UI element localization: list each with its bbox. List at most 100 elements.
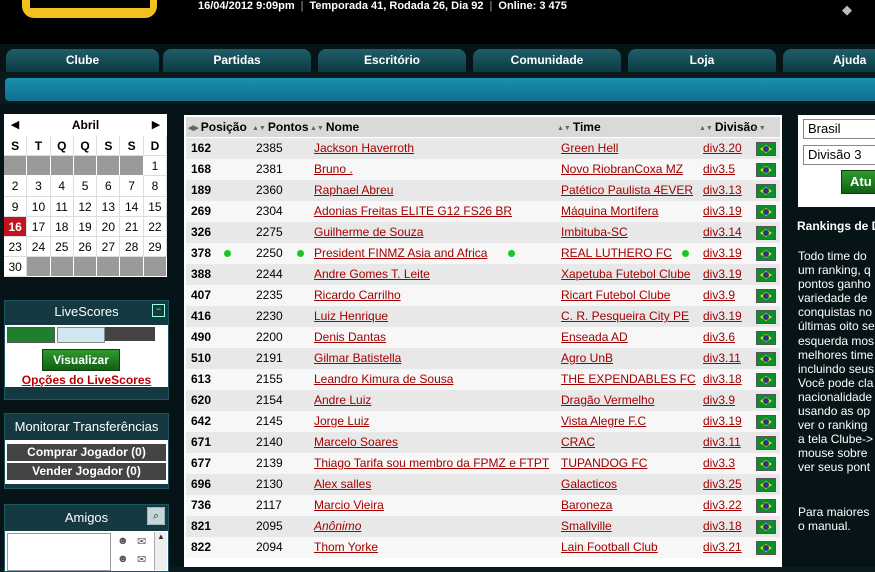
player-name-link[interactable]: Bruno . <box>314 159 353 180</box>
team-link[interactable]: REAL LUTHERO FC <box>561 243 672 264</box>
calendar-day[interactable]: 12 <box>73 196 98 217</box>
calendar-day[interactable]: 5 <box>73 176 98 197</box>
calendar-day[interactable]: 29 <box>143 236 168 258</box>
division-link[interactable]: div3.18 <box>703 516 742 537</box>
settings-icon[interactable]: ◆ <box>842 2 860 17</box>
livescores-field-tab[interactable] <box>7 327 55 343</box>
division-link[interactable]: div3.19 <box>703 201 742 222</box>
player-name-link[interactable]: Raphael Abreu <box>314 180 393 201</box>
calendar-day[interactable]: 8 <box>143 176 168 197</box>
calendar-day[interactable]: 15 <box>143 196 168 217</box>
buy-player-button[interactable]: Comprar Jogador (0) <box>7 444 166 461</box>
calendar-day[interactable]: 27 <box>97 236 121 258</box>
team-link[interactable]: Agro UnB <box>561 348 613 369</box>
division-link[interactable]: div3.19 <box>703 306 742 327</box>
team-link[interactable]: Green Hell <box>561 138 618 159</box>
calendar-day[interactable]: 30 <box>4 257 28 278</box>
calendar-day[interactable]: 19 <box>73 216 98 237</box>
col-nome[interactable]: ▲▼ Nome <box>310 117 359 137</box>
team-link[interactable]: Imbituba-SC <box>561 222 628 243</box>
player-name-link[interactable]: Anônimo <box>314 516 361 537</box>
calendar-day[interactable]: 7 <box>120 176 144 197</box>
player-name-link[interactable]: Ricardo Carrilho <box>314 285 401 306</box>
division-link[interactable]: div3.21 <box>703 537 742 558</box>
calendar-day[interactable]: 16 <box>4 216 28 237</box>
team-link[interactable]: Patético Paulista 4EVER <box>561 180 693 201</box>
team-link[interactable]: Dragão Vermelho <box>561 390 654 411</box>
player-name-link[interactable]: Marcio Vieira <box>314 495 384 516</box>
tab-loja[interactable]: Loja <box>628 49 776 72</box>
team-link[interactable]: TUPANDOG FC <box>561 453 647 474</box>
sell-player-button[interactable]: Vender Jogador (0) <box>7 463 166 480</box>
next-month-icon[interactable]: ▶ <box>149 118 163 131</box>
calendar-day[interactable]: 4 <box>50 176 74 197</box>
team-link[interactable]: C. R. Pesqueira City PE <box>561 306 689 327</box>
player-name-link[interactable]: Jorge Luiz <box>314 411 369 432</box>
flag-sort-icon[interactable]: ▲▼ <box>752 117 768 137</box>
calendar-day[interactable]: 1 <box>143 156 168 177</box>
division-link[interactable]: div3.13 <box>703 180 742 201</box>
team-link[interactable]: Novo RiobranCoxa MZ <box>561 159 683 180</box>
livescores-ball-tab[interactable] <box>57 327 105 343</box>
tab-partidas[interactable]: Partidas <box>163 49 311 72</box>
team-link[interactable]: CRAC <box>561 432 595 453</box>
country-select[interactable]: Brasil <box>803 119 875 139</box>
team-link[interactable]: Enseada AD <box>561 327 628 348</box>
calendar-day[interactable]: 23 <box>4 236 28 258</box>
friend-message-icon[interactable]: ✉ <box>137 535 146 548</box>
friends-list[interactable] <box>7 533 111 571</box>
tab-clube[interactable]: Clube <box>6 49 159 72</box>
calendar-day[interactable]: 22 <box>143 216 168 237</box>
player-name-link[interactable]: Gilmar Batistella <box>314 348 401 369</box>
player-name-link[interactable]: Andre Luiz <box>314 390 371 411</box>
player-name-link[interactable]: Andre Gomes T. Leite <box>314 264 430 285</box>
player-name-link[interactable]: Adonias Freitas ELITE G12 FS26 BR <box>314 201 512 222</box>
player-name-link[interactable]: Jackson Haverroth <box>314 138 414 159</box>
division-link[interactable]: div3.3 <box>703 453 735 474</box>
player-name-link[interactable]: Thom Yorke <box>314 537 378 558</box>
team-link[interactable]: Vista Alegre F.C <box>561 411 646 432</box>
division-link[interactable]: div3.14 <box>703 222 742 243</box>
player-name-link[interactable]: Denis Dantas <box>314 327 386 348</box>
friends-scrollbar[interactable]: ▲ <box>154 532 167 570</box>
player-name-link[interactable]: Leandro Kimura de Sousa <box>314 369 453 390</box>
player-name-link[interactable]: Guilherme de Souza <box>314 222 423 243</box>
division-link[interactable]: div3.9 <box>703 285 735 306</box>
player-name-link[interactable]: President FINMZ Asia and Africa <box>314 243 487 264</box>
team-link[interactable]: Lain Football Club <box>561 537 658 558</box>
update-button[interactable]: Atu <box>841 170 875 194</box>
team-link[interactable]: Máquina Mortífera <box>561 201 658 222</box>
division-link[interactable]: div3.19 <box>703 243 742 264</box>
calendar-day[interactable]: 9 <box>4 196 28 217</box>
team-link[interactable]: Baroneza <box>561 495 612 516</box>
team-link[interactable]: Galacticos <box>561 474 617 495</box>
team-link[interactable]: Ricart Futebol Clube <box>561 285 670 306</box>
division-link[interactable]: div3.22 <box>703 495 742 516</box>
calendar-day[interactable]: 17 <box>27 216 51 237</box>
division-link[interactable]: div3.20 <box>703 138 742 159</box>
calendar-day[interactable]: 20 <box>97 216 121 237</box>
division-link[interactable]: div3.9 <box>703 390 735 411</box>
division-select[interactable]: Divisão 3 <box>803 145 875 165</box>
team-link[interactable]: THE EXPENDABLES FC <box>561 369 696 390</box>
player-name-link[interactable]: Luiz Henrique <box>314 306 388 327</box>
team-link[interactable]: Smallville <box>561 516 612 537</box>
division-link[interactable]: div3.25 <box>703 474 742 495</box>
calendar-day[interactable]: 3 <box>27 176 51 197</box>
search-icon[interactable]: ⌕ <box>147 507 165 525</box>
col-divisao[interactable]: ▲▼ Divisão <box>699 117 758 137</box>
calendar-day[interactable]: 28 <box>120 236 144 258</box>
division-link[interactable]: div3.19 <box>703 264 742 285</box>
calendar-day[interactable]: 10 <box>27 196 51 217</box>
calendar-day[interactable]: 21 <box>120 216 144 237</box>
calendar-day[interactable]: 14 <box>120 196 144 217</box>
tab-escritorio[interactable]: Escritório <box>318 49 466 72</box>
tab-ajuda[interactable]: Ajuda <box>783 49 875 72</box>
tab-comunidade[interactable]: Comunidade <box>473 49 621 72</box>
calendar-day[interactable]: 2 <box>4 176 28 197</box>
visualizar-button[interactable]: Visualizar <box>42 349 120 371</box>
calendar-day[interactable]: 26 <box>73 236 98 258</box>
col-posicao[interactable]: ◀▶ Posição <box>188 117 247 137</box>
team-link[interactable]: Xapetuba Futebol Clube <box>561 264 690 285</box>
col-pontos[interactable]: ▲▼ Pontos <box>252 117 309 137</box>
